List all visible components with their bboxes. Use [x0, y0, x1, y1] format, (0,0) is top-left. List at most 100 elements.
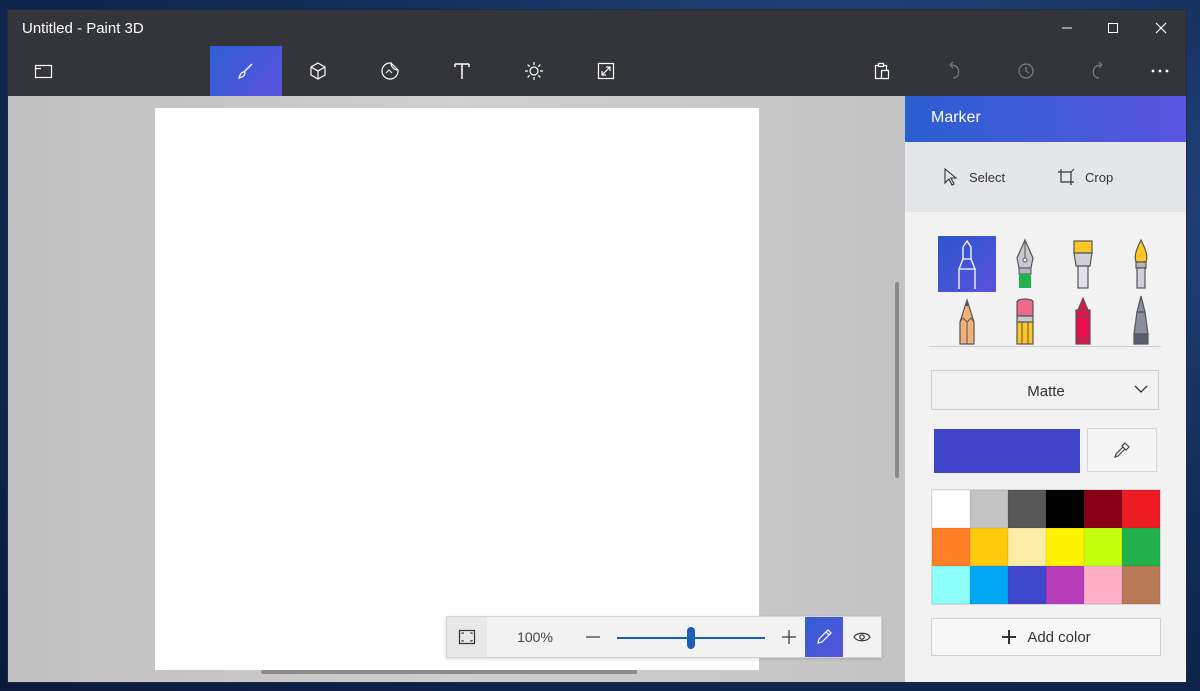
color-swatch[interactable] [1084, 528, 1122, 566]
color-swatch[interactable] [1046, 566, 1084, 604]
tab-text[interactable] [426, 46, 498, 96]
color-swatch[interactable] [970, 566, 1008, 604]
color-swatch[interactable] [1008, 528, 1046, 566]
paste-button[interactable] [846, 46, 918, 96]
maximize-button[interactable] [1090, 10, 1136, 46]
panel-header: Marker [905, 96, 1186, 142]
add-color-label: Add color [1027, 628, 1091, 646]
color-swatch[interactable] [1008, 566, 1046, 604]
view-mode-button[interactable] [843, 617, 881, 657]
undo-button[interactable] [918, 46, 990, 96]
color-swatch[interactable] [1046, 490, 1084, 528]
text-icon [454, 63, 470, 79]
close-icon [1155, 22, 1167, 34]
oil-brush-icon [1073, 240, 1093, 289]
eyedropper-icon [1114, 442, 1130, 458]
color-swatch[interactable] [932, 528, 970, 566]
eraser-icon [1016, 298, 1034, 345]
brush-side-panel: Marker Select Crop Matte Add color [905, 96, 1186, 682]
plus-icon [1002, 630, 1017, 644]
draw-mode-button[interactable] [805, 617, 843, 657]
color-swatch[interactable] [970, 528, 1008, 566]
clipboard-icon [874, 62, 890, 80]
drawing-canvas[interactable] [155, 108, 759, 670]
undo-icon [949, 61, 960, 79]
plus-icon [782, 630, 796, 644]
color-palette [931, 489, 1161, 605]
horizontal-scrollbar[interactable] [261, 670, 637, 674]
color-swatch[interactable] [970, 490, 1008, 528]
brush-eraser[interactable] [996, 292, 1054, 348]
color-swatch[interactable] [1084, 490, 1122, 528]
sticker-icon [381, 62, 399, 80]
color-swatch[interactable] [1084, 566, 1122, 604]
vertical-scrollbar[interactable] [895, 282, 899, 478]
brush-pixel-pen[interactable] [1112, 292, 1170, 348]
history-icon [1018, 63, 1034, 79]
cube-icon [310, 62, 326, 80]
brush-watercolor[interactable] [1112, 236, 1170, 292]
minimize-button[interactable] [1044, 10, 1090, 46]
menu-button[interactable] [8, 46, 80, 96]
crayon-icon [1075, 296, 1091, 345]
color-swatch[interactable] [932, 566, 970, 604]
panel-title: Marker [931, 109, 981, 126]
redo-icon [1092, 61, 1103, 79]
zoom-percent: 100% [517, 629, 553, 645]
color-swatch[interactable] [1122, 566, 1160, 604]
finish-dropdown[interactable]: Matte [931, 370, 1159, 410]
minimize-icon [1062, 27, 1072, 29]
select-crop-bar: Select Crop [905, 142, 1186, 212]
color-swatch[interactable] [1122, 528, 1160, 566]
more-button[interactable] [1124, 46, 1186, 96]
tab-canvas[interactable] [570, 46, 642, 96]
minus-icon [586, 636, 600, 638]
main-toolbar [8, 46, 1186, 96]
select-button[interactable]: Select [943, 166, 1005, 188]
brush-grid [929, 236, 1161, 348]
brush-oil[interactable] [1054, 236, 1112, 292]
title-bar: Untitled - Paint 3D [8, 10, 1186, 46]
color-swatch[interactable] [1122, 490, 1160, 528]
brush-crayon[interactable] [1054, 292, 1112, 348]
resize-icon [597, 62, 615, 80]
tab-brushes[interactable] [210, 46, 282, 96]
brush-grid-divider [929, 346, 1161, 347]
paint3d-window: Untitled - Paint 3D 100% Marker Select C… [8, 10, 1186, 682]
color-swatch[interactable] [1008, 490, 1046, 528]
add-color-button[interactable]: Add color [931, 618, 1161, 656]
brush-calligraphy-pen[interactable] [996, 236, 1054, 292]
fit-to-screen-button[interactable] [447, 617, 487, 657]
tab-stickers[interactable] [354, 46, 426, 96]
watercolor-icon [1134, 238, 1148, 289]
zoom-bar: 100% [446, 616, 882, 658]
color-swatch[interactable] [932, 490, 970, 528]
eye-icon [853, 632, 871, 642]
close-button[interactable] [1138, 10, 1184, 46]
zoom-out-button[interactable] [581, 625, 605, 649]
chevron-down-icon [1134, 385, 1148, 393]
brush-pencil[interactable] [938, 292, 996, 348]
history-button[interactable] [990, 46, 1062, 96]
crop-button[interactable]: Crop [1057, 166, 1113, 188]
pixel-pen-icon [1133, 295, 1149, 345]
marker-icon [958, 239, 976, 289]
color-swatch[interactable] [1046, 528, 1084, 566]
brush-marker[interactable] [938, 236, 996, 292]
brush-icon [238, 63, 253, 79]
ellipsis-icon [1151, 69, 1169, 73]
tab-3d-shapes[interactable] [282, 46, 354, 96]
finish-value: Matte [1027, 383, 1065, 400]
window-title: Untitled - Paint 3D [22, 20, 144, 37]
select-label: Select [969, 169, 1006, 185]
fit-screen-icon [458, 629, 476, 645]
crop-icon [1058, 168, 1075, 185]
eyedropper-button[interactable] [1087, 428, 1157, 472]
menu-folder-icon [34, 64, 53, 79]
tab-effects[interactable] [498, 46, 570, 96]
canvas-workspace[interactable]: 100% [8, 96, 905, 682]
zoom-in-button[interactable] [777, 625, 801, 649]
zoom-slider-thumb[interactable] [687, 627, 695, 649]
cursor-arrow-icon [944, 168, 958, 186]
current-color-swatch[interactable] [934, 429, 1080, 473]
